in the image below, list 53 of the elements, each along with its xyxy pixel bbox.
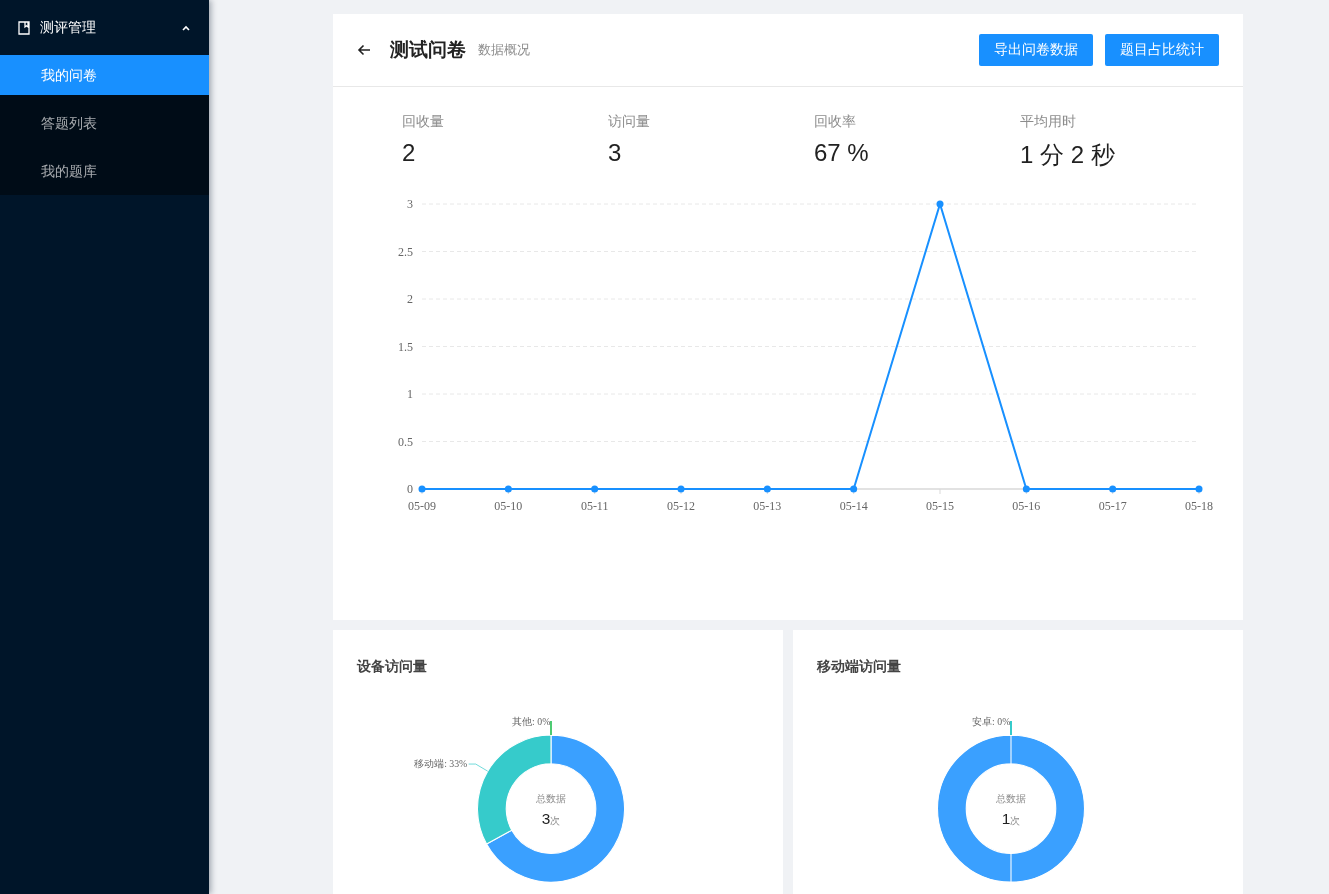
data-point [1195,485,1203,493]
data-point [418,485,426,493]
card-title: 移动端访问量 [815,657,902,676]
stat-label: 回收量 [402,113,445,131]
sidebar-item[interactable]: 答题列表 [0,103,209,143]
menu-group[interactable]: 测评管理 [0,0,209,55]
total-value: 3次 [541,810,561,827]
data-point [1022,485,1030,493]
x-tick-label: 05-11 [580,499,609,513]
data-point [763,485,771,493]
stat-value: 1 分 2 秒 [1020,140,1116,170]
x-tick-label: 05-17 [1098,499,1127,513]
book-icon [18,20,30,35]
y-tick-label: 2.5 [398,244,413,259]
data-point [677,485,685,493]
data-point [504,485,512,493]
page-subtitle: 数据概况 [478,41,531,59]
page-title: 测试问卷 [390,38,466,62]
leader-line [468,763,489,772]
center-label: 总数据 [536,792,566,804]
y-tick-label: 3 [407,197,413,211]
data-point [936,200,944,208]
x-tick-label: 05-15 [926,499,954,513]
x-tick-label: 05-10 [494,499,523,513]
x-tick-label: 05-16 [1012,499,1041,513]
total-value: 1次 [1001,810,1021,827]
stat-label: 平均用时 [1020,113,1077,131]
x-tick-label: 05-13 [753,499,782,513]
data-point [850,485,858,493]
stat-value: 67 % [814,139,870,167]
stat-value: 2 [402,139,417,167]
stat-label: 访问量 [608,113,651,131]
y-tick-label: 0 [407,482,413,496]
x-tick-label: 05-12 [667,499,695,513]
stat-value: 3 [608,139,623,167]
x-tick-label: 05-14 [839,499,868,513]
y-tick-label: 1 [407,387,413,401]
y-tick-label: 2 [407,292,413,306]
slice-label: 安卓: 0% [972,715,1011,727]
x-tick-label: 05-09 [408,499,436,513]
card-title: 设备访问量 [355,657,428,676]
x-tick-label: 05-18 [1185,499,1213,513]
data-point [1109,485,1117,493]
sidebar-item[interactable]: 我的题库 [0,151,209,195]
y-tick-label: 0.5 [398,434,413,449]
slice-label: 移动端: 33% [414,757,468,769]
stat-label: 回收率 [814,113,857,131]
y-tick-label: 1.5 [398,339,413,354]
center-label: 总数据 [996,792,1026,804]
menu-group-label: 测评管理 [40,18,97,37]
data-point [591,485,599,493]
slice-label: 其他: 0% [512,715,551,727]
back-arrow-icon[interactable] [357,44,371,56]
